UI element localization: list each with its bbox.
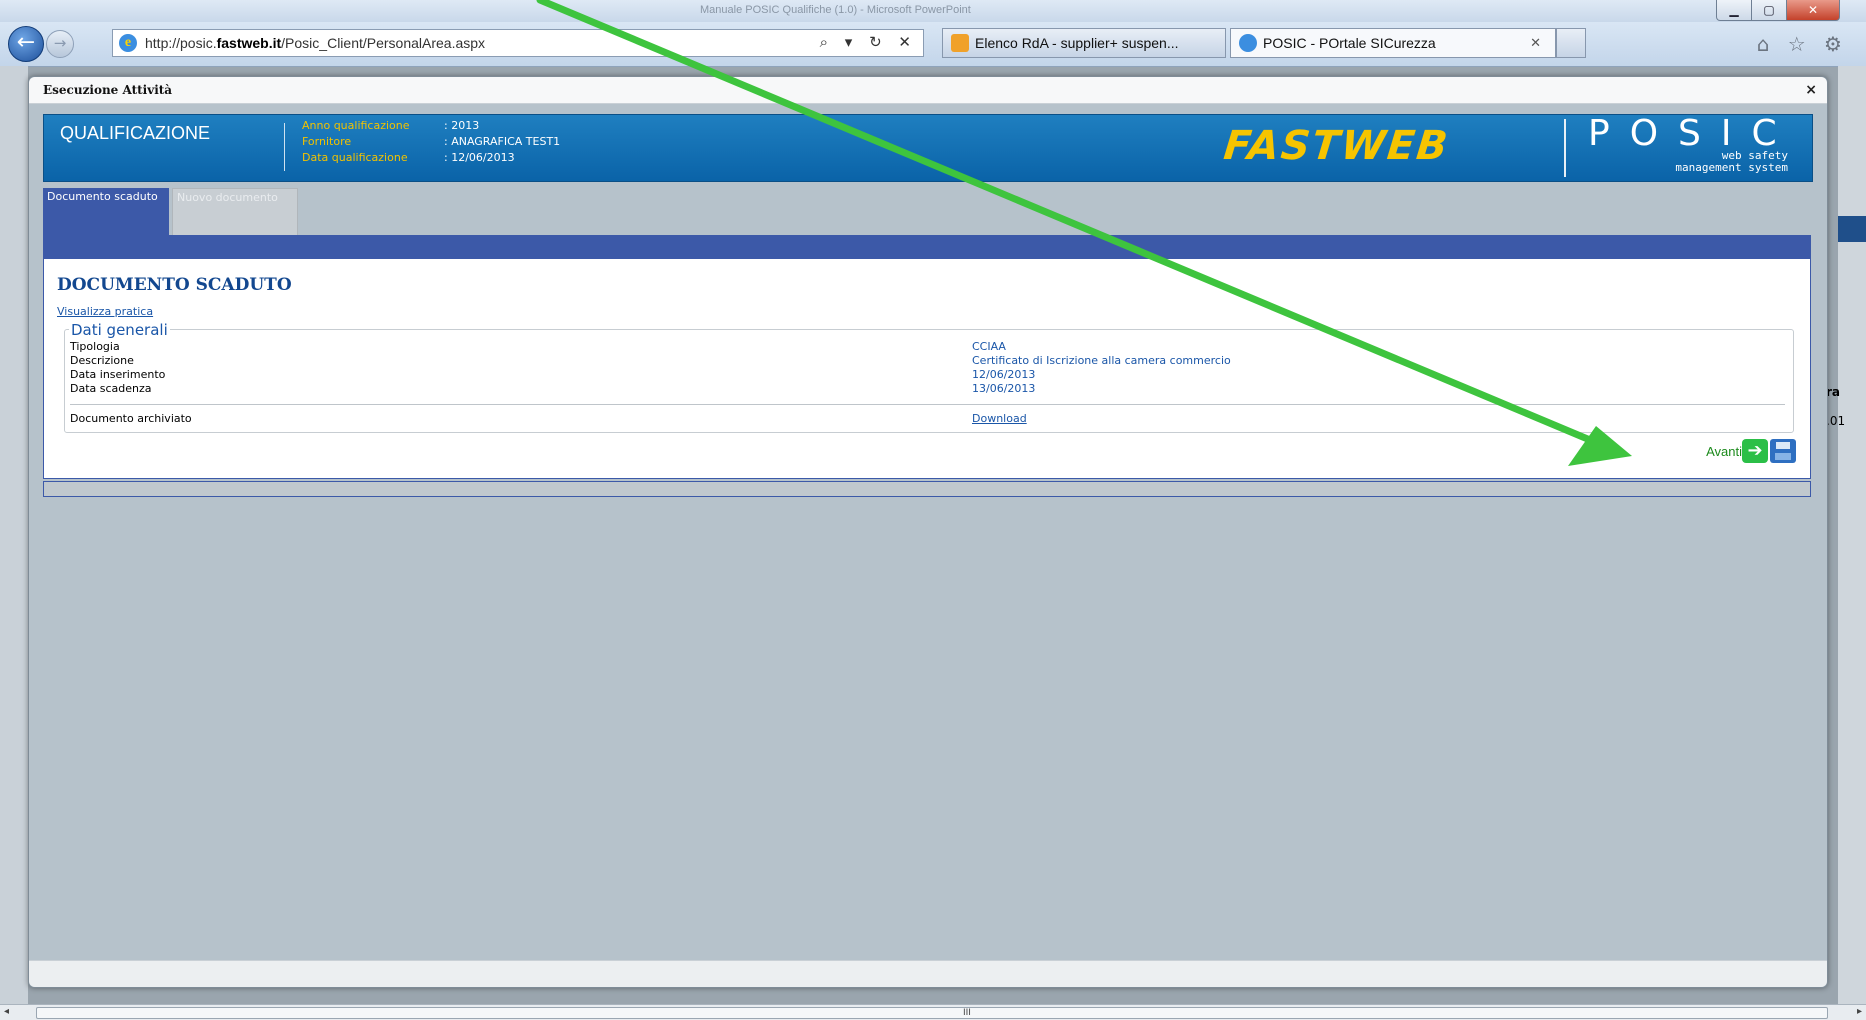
data-inserimento-label: Data inserimento xyxy=(70,368,166,381)
background-page-left xyxy=(0,66,28,1006)
posic-logo: POSIC xyxy=(1588,113,1797,154)
background-page-right xyxy=(1838,66,1866,1006)
content-panel: DOCUMENTO SCADUTO Visualizza pratica Dat… xyxy=(43,259,1811,479)
save-icon[interactable] xyxy=(1770,439,1796,463)
scroll-left-icon[interactable]: ◂ xyxy=(4,1006,9,1017)
info-data: Data qualificazione: 12/06/2013 xyxy=(302,151,515,164)
sharepoint-icon xyxy=(951,34,969,52)
minimize-button[interactable]: ▁ xyxy=(1716,0,1752,21)
divider xyxy=(70,404,1785,405)
data-inserimento-value: 12/06/2013 xyxy=(972,368,1036,381)
fieldset-legend: Dati generali xyxy=(69,321,170,339)
maximize-button[interactable]: ▢ xyxy=(1751,0,1787,21)
browser-tab-posic[interactable]: POSIC - POrtale SICurezza ✕ xyxy=(1230,28,1556,58)
execution-modal: Esecuzione Attività × QUALIFICAZIONE Ann… xyxy=(28,76,1828,988)
divider xyxy=(284,123,285,171)
download-link[interactable]: Download xyxy=(972,412,1027,425)
descrizione-label: Descrizione xyxy=(70,354,134,367)
address-tools[interactable]: ⌕ ▾ ↻ ✕ xyxy=(820,33,917,51)
horizontal-scrollbar[interactable]: ◂ III ▸ xyxy=(0,1004,1866,1020)
tipologia-label: Tipologia xyxy=(70,340,120,353)
window-close-button[interactable]: ✕ xyxy=(1786,0,1840,21)
background-column-header: ra xyxy=(1826,385,1841,399)
window-title: Manuale POSIC Qualifiche (1.0) - Microso… xyxy=(700,4,971,16)
background-cell: .01 xyxy=(1826,414,1846,428)
toolbar-icons[interactable]: ⌂ ☆ ⚙ xyxy=(1757,32,1848,56)
close-icon[interactable]: × xyxy=(1805,82,1817,98)
divider xyxy=(1564,119,1566,177)
avanti-label[interactable]: Avanti xyxy=(1706,444,1742,459)
back-arrow-icon[interactable]: ← xyxy=(8,26,44,62)
window-titlebar: Manuale POSIC Qualifiche (1.0) - Microso… xyxy=(0,0,1866,22)
tab-close-icon[interactable]: ✕ xyxy=(1530,35,1541,51)
scroll-right-icon[interactable]: ▸ xyxy=(1857,1006,1862,1017)
modal-footer xyxy=(29,960,1827,987)
tipologia-value: CCIAA xyxy=(972,340,1006,353)
content-footer-bar xyxy=(43,481,1811,497)
dati-generali-fieldset: Dati generali Tipologia CCIAA Descrizion… xyxy=(64,321,1794,433)
visualizza-pratica-link[interactable]: Visualizza pratica xyxy=(57,305,153,318)
info-anno: Anno qualificazione: 2013 xyxy=(302,119,480,132)
ie-icon xyxy=(1239,34,1257,52)
modal-title: Esecuzione Attività xyxy=(43,83,173,97)
tab-label: Elenco RdA - supplier+ suspen... xyxy=(975,35,1179,51)
next-arrow-icon[interactable]: ➔ xyxy=(1742,439,1768,463)
data-scadenza-value: 13/06/2013 xyxy=(972,382,1036,395)
tab-nuovo-documento[interactable]: Nuovo documento xyxy=(172,188,298,237)
banner-title: QUALIFICAZIONE xyxy=(60,123,211,143)
ie-icon: e xyxy=(119,34,137,52)
tab-label: POSIC - POrtale SICurezza xyxy=(1263,35,1436,51)
scroll-thumb[interactable]: III xyxy=(36,1007,1828,1019)
page-title: DOCUMENTO SCADUTO xyxy=(57,275,292,295)
posic-tagline-2: management system xyxy=(1675,161,1788,174)
new-tab-button[interactable] xyxy=(1556,28,1586,58)
info-fornitore: Fornitore: ANAGRAFICA TEST1 xyxy=(302,135,561,148)
documento-archiviato-label: Documento archiviato xyxy=(70,412,192,425)
address-bar[interactable]: e http://posic.fastweb.it/Posic_Client/P… xyxy=(112,29,924,57)
descrizione-value: Certificato di Iscrizione alla camera co… xyxy=(972,354,1231,367)
qualification-banner: QUALIFICAZIONE Anno qualificazione: 2013… xyxy=(43,113,1813,182)
content-header-bar xyxy=(43,235,1811,259)
tab-documento-scaduto[interactable]: Documento scaduto xyxy=(43,188,169,237)
data-scadenza-label: Data scadenza xyxy=(70,382,152,395)
fastweb-logo: FASTWEB xyxy=(1221,123,1452,169)
modal-header: Esecuzione Attività × xyxy=(29,77,1827,104)
forward-arrow-icon[interactable]: → xyxy=(46,30,74,58)
url-text[interactable]: http://posic.fastweb.it/Posic_Client/Per… xyxy=(145,35,485,51)
browser-navbar: ← → e http://posic.fastweb.it/Posic_Clie… xyxy=(0,22,1866,67)
browser-tab-elenco[interactable]: Elenco RdA - supplier+ suspen... xyxy=(942,28,1226,58)
